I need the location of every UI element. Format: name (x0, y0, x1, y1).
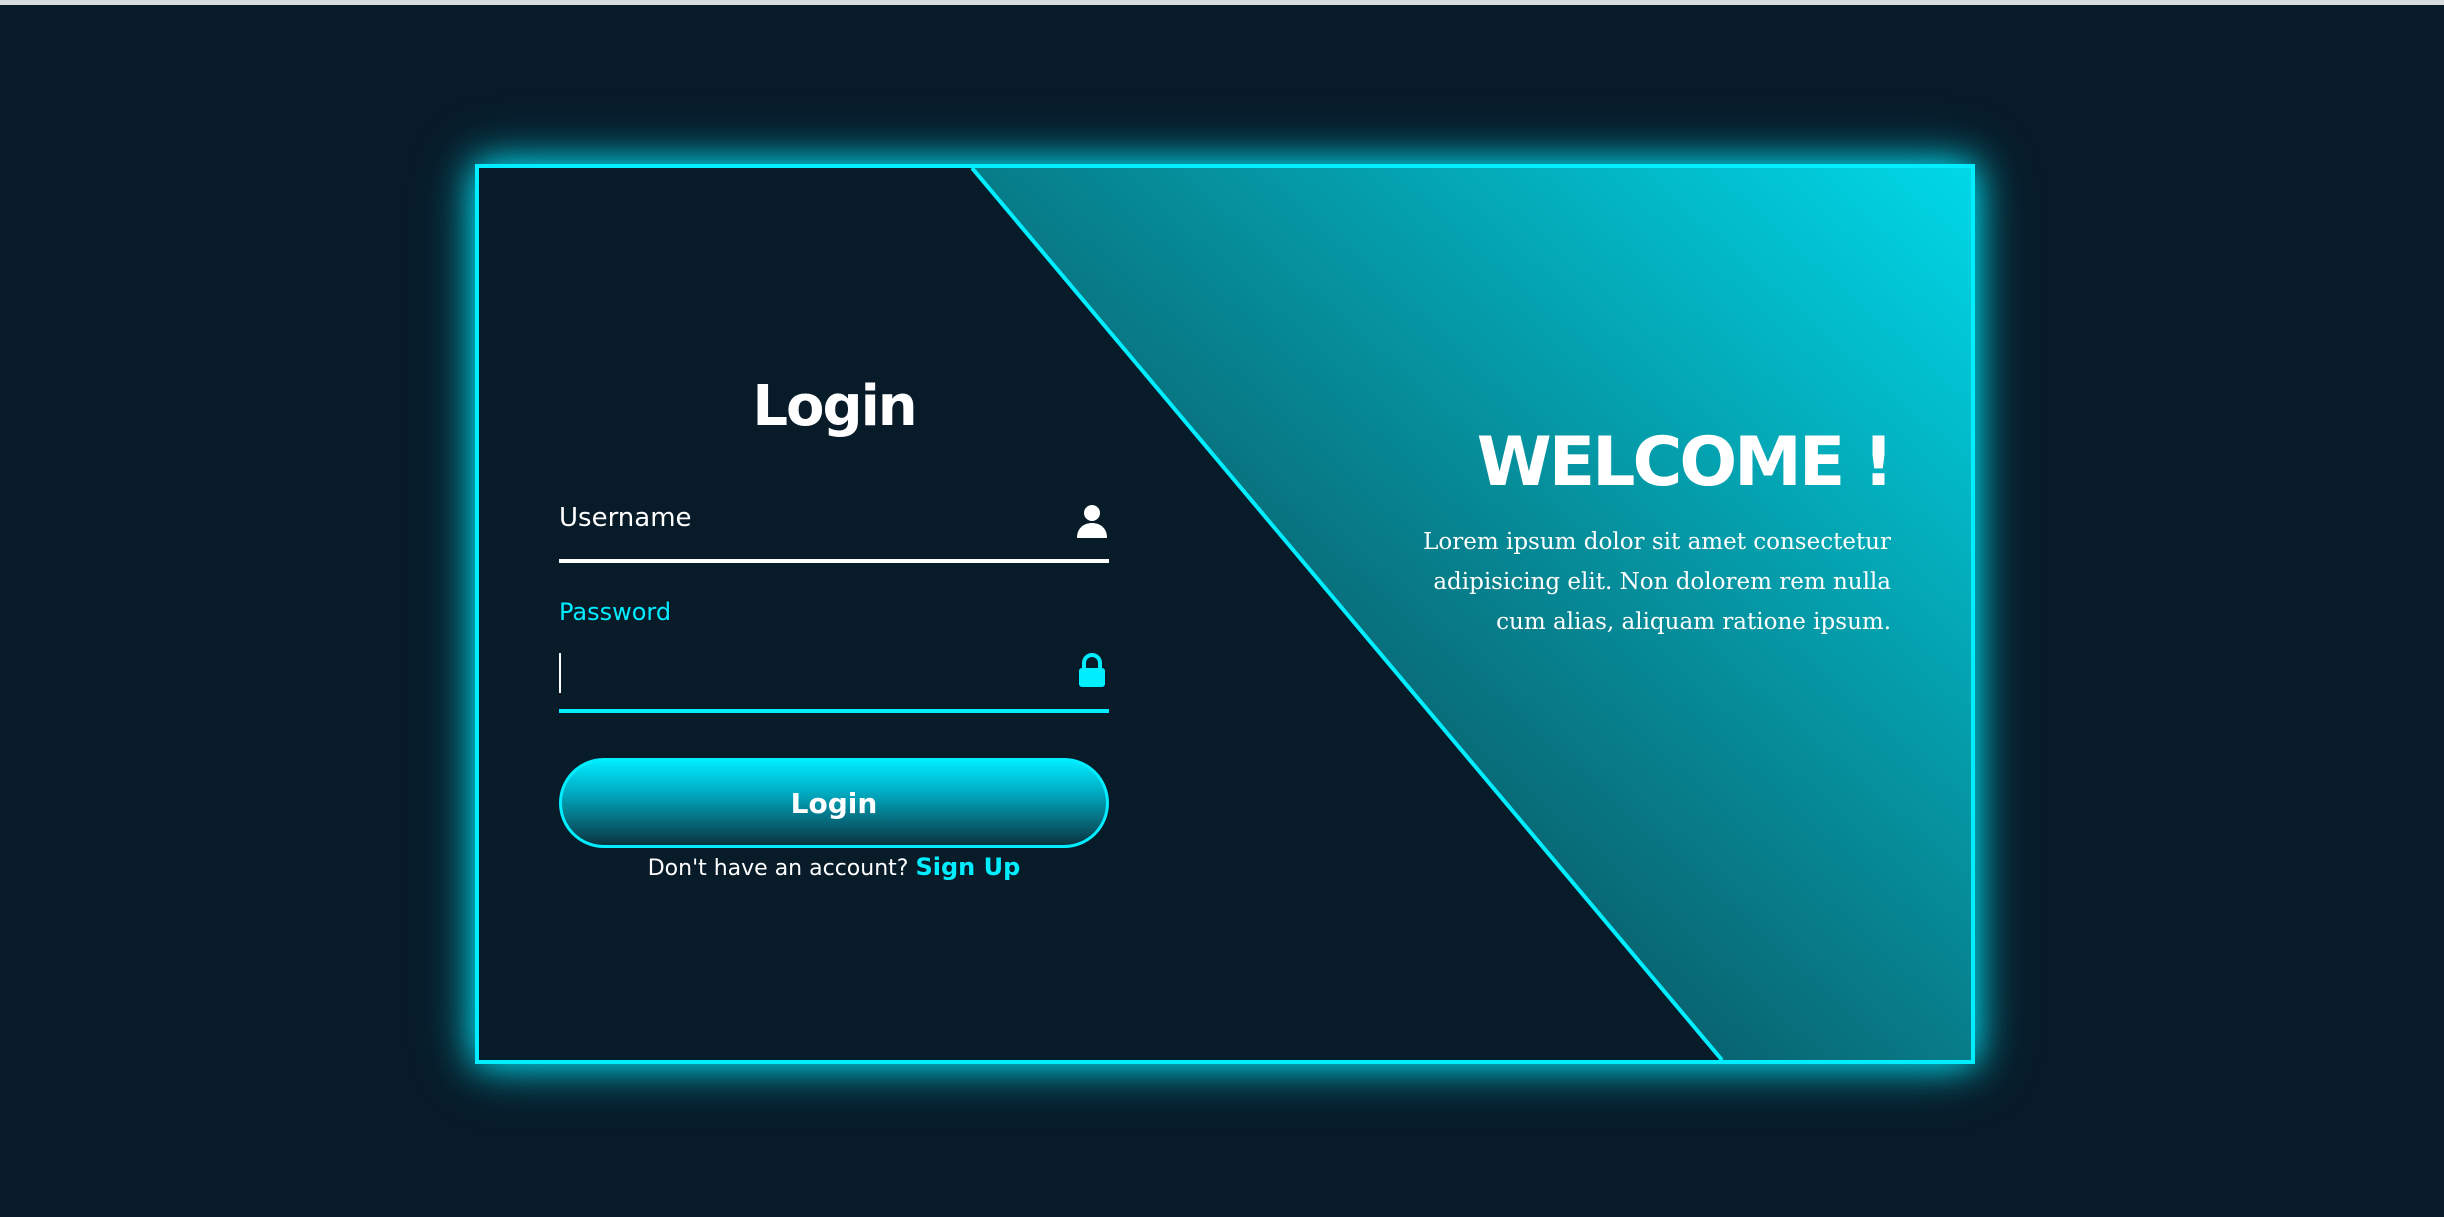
username-input-box: Username (559, 473, 1109, 563)
signup-link[interactable]: Sign Up (915, 853, 1020, 881)
signup-prompt-line: Don't have an account? Sign Up (559, 853, 1109, 881)
lock-icon (1075, 653, 1109, 689)
username-underline (559, 559, 1109, 563)
welcome-text: Lorem ipsum dolor sit amet consectetur a… (1423, 529, 1891, 635)
signup-prompt: Don't have an account? (647, 856, 909, 881)
login-button[interactable]: Login (559, 758, 1109, 848)
login-form: Login Username Password Login Don't have… (559, 168, 1109, 1060)
top-border-line (0, 0, 2444, 5)
welcome-section: WELCOME ! Lorem ipsum dolor sit amet con… (1391, 423, 1894, 665)
username-input[interactable] (559, 493, 1063, 555)
text-cursor (559, 653, 561, 693)
user-icon (1075, 503, 1109, 539)
password-input[interactable] (559, 643, 1063, 705)
password-input-box: Password (559, 598, 1109, 713)
login-title: Login (752, 374, 917, 440)
login-card: Login Username Password Login Don't have… (475, 164, 1975, 1064)
password-label: Password (559, 598, 672, 626)
welcome-title: WELCOME ! (1476, 423, 1894, 502)
password-underline (559, 709, 1109, 713)
